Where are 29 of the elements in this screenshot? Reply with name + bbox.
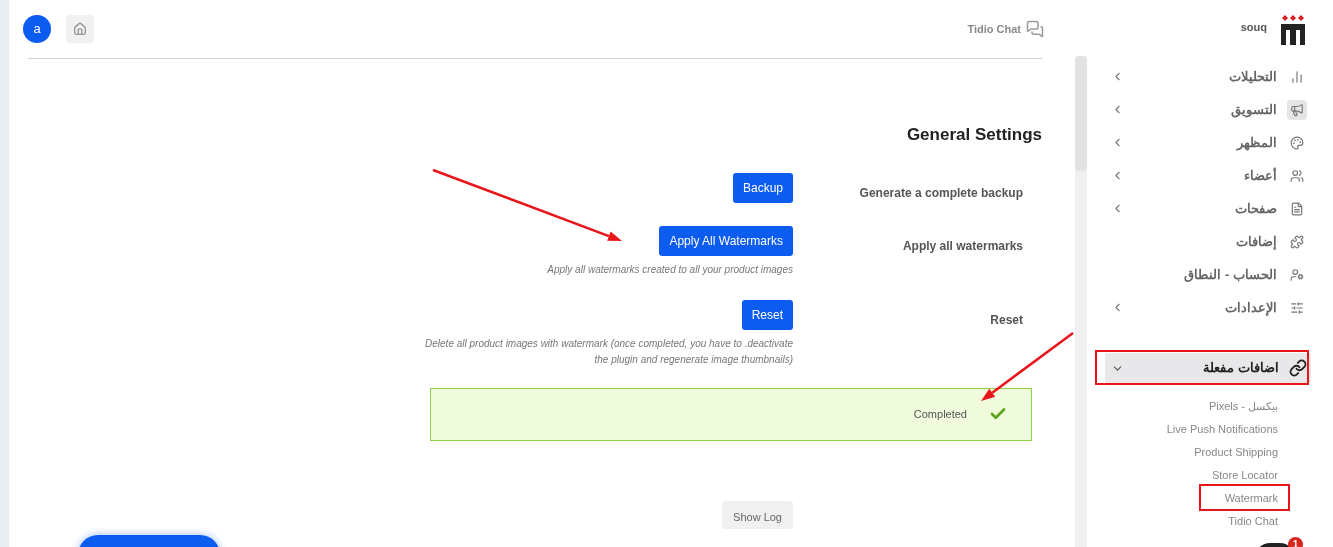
action-button[interactable]: Apply All Watermarks: [659, 225, 793, 256]
submenu-link[interactable]: Tidio Chat: [1105, 510, 1278, 533]
store-name: souq: [1240, 19, 1267, 35]
status-text: Completed: [913, 406, 967, 422]
sidebar-item[interactable]: التحليلات: [1105, 60, 1311, 93]
submenu-link[interactable]: Live Push Notifications: [1105, 418, 1278, 441]
description-text: Delete all product images with watermark (once completed, you have to .deactivate the plugin and regenerate image thumbnails): [424, 336, 793, 367]
setting-label: Generate a complete backup: [859, 185, 1023, 200]
setting-label: Reset: [990, 312, 1023, 327]
submenu-link[interactable]: Product Shipping: [1105, 441, 1278, 464]
submenu-link[interactable]: Store Locator: [1105, 464, 1278, 487]
sidebar-item[interactable]: الحساب - النطاق: [1105, 258, 1311, 291]
action-button[interactable]: Backup: [732, 172, 793, 203]
action-button[interactable]: Reset: [741, 299, 793, 330]
submenu-link[interactable]: Watermark: [1105, 487, 1278, 510]
section-title: General Settings: [906, 124, 1042, 146]
description-text: Apply all watermarks created to all your product images: [546, 262, 793, 277]
show-log-button[interactable]: Show Log: [722, 500, 793, 529]
sidebar-item[interactable]: التسويق: [1105, 93, 1311, 126]
setting-label: Apply all watermarks: [902, 238, 1023, 253]
sidebar-item[interactable]: أعضاء: [1105, 159, 1311, 192]
sidebar-item-active[interactable]: اضافات مفعلة: [1105, 353, 1311, 383]
sidebar-item[interactable]: صفحات: [1105, 192, 1311, 225]
sidebar-item[interactable]: المظهر: [1105, 126, 1311, 159]
user-avatar[interactable]: a: [23, 15, 51, 43]
sidebar-item[interactable]: الإعدادات: [1105, 291, 1311, 324]
app-link[interactable]: Tidio Chat: [967, 20, 1021, 38]
submenu-link[interactable]: بيكسل - Pixels: [1105, 395, 1278, 418]
sidebar-item[interactable]: إضافات: [1105, 225, 1311, 258]
